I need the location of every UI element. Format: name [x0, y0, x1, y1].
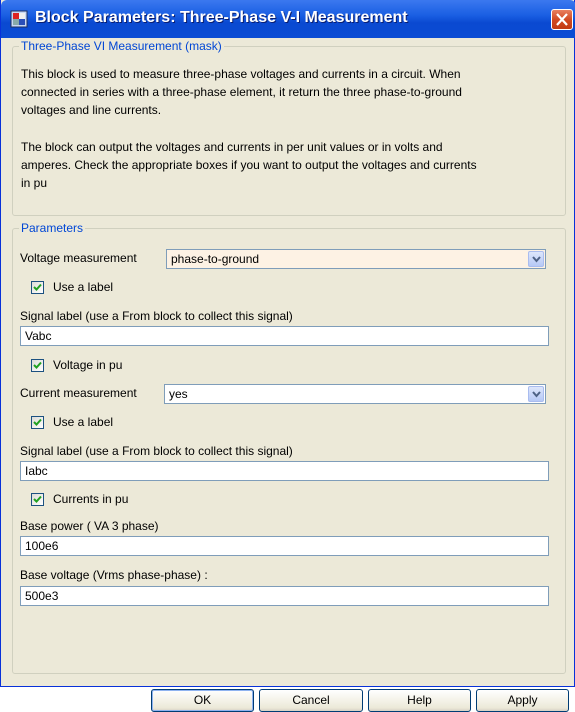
use-label-1-checkbox[interactable] [31, 281, 44, 294]
ok-button[interactable]: OK [151, 689, 254, 712]
voltage-measurement-select[interactable]: phase-to-ground [166, 249, 546, 269]
voltage-pu-checkbox[interactable] [31, 359, 44, 372]
mask-paragraph-1: This block is used to measure three-phas… [21, 65, 462, 119]
checkmark-icon [33, 361, 42, 369]
mask-legend: Three-Phase VI Measurement (mask) [19, 39, 224, 53]
mask-description-group: Three-Phase VI Measurement (mask) This b… [12, 39, 566, 216]
base-voltage-input[interactable]: 500e3 [20, 586, 549, 606]
use-label-1-label: Use a label [53, 280, 114, 294]
base-voltage-label: Base voltage (Vrms phase-phase) : [20, 568, 208, 582]
mask-paragraph-1-line: connected in series with a three-phase e… [21, 85, 462, 99]
window-title: Block Parameters: Three-Phase V-I Measur… [35, 9, 408, 26]
mask-paragraph-1-line: voltages and line currents. [21, 103, 162, 117]
checkmark-icon [33, 495, 42, 503]
current-measurement-select[interactable]: yes [164, 384, 546, 404]
parameters-group: Parameters Voltage measurement phase-to-… [12, 221, 566, 674]
dialog-content: Three-Phase VI Measurement (mask) This b… [4, 38, 572, 712]
current-measurement-value: yes [169, 387, 188, 401]
voltage-measurement-label: Voltage measurement [20, 251, 137, 265]
help-button[interactable]: Help [368, 689, 471, 712]
current-measurement-label: Current measurement [20, 386, 137, 400]
signal-label-1-label: Signal label (use a From block to collec… [20, 309, 293, 323]
currents-pu-checkbox[interactable] [31, 493, 44, 506]
chevron-down-icon [532, 391, 541, 398]
current-measurement-dropdown-button[interactable] [528, 386, 544, 402]
parameters-legend: Parameters [19, 221, 86, 235]
mask-paragraph-2-line: in pu [21, 176, 48, 190]
voltage-measurement-dropdown-button[interactable] [528, 251, 544, 267]
voltage-measurement-value: phase-to-ground [171, 252, 260, 266]
mask-paragraph-2: The block can output the voltages and cu… [21, 138, 477, 192]
close-icon [556, 13, 568, 26]
checkmark-icon [33, 283, 42, 291]
chevron-down-icon [532, 256, 541, 263]
simulink-block-icon [10, 10, 28, 28]
signal-label-2-label: Signal label (use a From block to collec… [20, 444, 293, 458]
use-label-2-checkbox[interactable] [31, 416, 44, 429]
mask-paragraph-2-line: The block can output the voltages and cu… [21, 140, 443, 154]
base-power-label: Base power ( VA 3 phase) [20, 519, 159, 533]
voltage-pu-label: Voltage in pu [53, 358, 123, 372]
title-bar[interactable]: Block Parameters: Three-Phase V-I Measur… [1, 0, 575, 38]
checkmark-icon [33, 418, 42, 426]
use-label-2-label: Use a label [53, 415, 114, 429]
close-button[interactable] [551, 9, 573, 30]
base-power-input[interactable]: 100e6 [20, 536, 549, 556]
apply-button[interactable]: Apply [476, 689, 569, 712]
mask-paragraph-2-line: amperes. Check the appropriate boxes if … [21, 158, 477, 172]
signal-label-1-input[interactable]: Vabc [20, 326, 549, 346]
currents-pu-label: Currents in pu [53, 492, 129, 506]
dialog-window: Block Parameters: Three-Phase V-I Measur… [0, 0, 575, 712]
mask-paragraph-1-line: This block is used to measure three-phas… [21, 67, 461, 81]
signal-label-2-input[interactable]: Iabc [20, 461, 549, 481]
cancel-button[interactable]: Cancel [259, 689, 363, 712]
